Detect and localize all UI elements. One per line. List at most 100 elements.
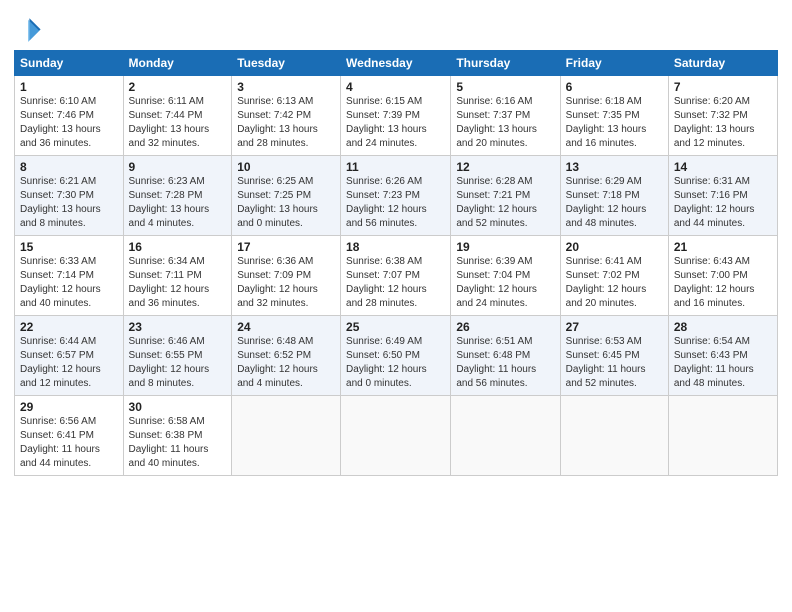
day-info: Sunrise: 6:51 AM Sunset: 6:48 PM Dayligh…: [456, 335, 554, 391]
day-info: Sunrise: 6:25 AM Sunset: 7:25 PM Dayligh…: [237, 175, 335, 231]
calendar-cell: 13Sunrise: 6:29 AM Sunset: 7:18 PM Dayli…: [560, 156, 668, 236]
day-info: Sunrise: 6:29 AM Sunset: 7:18 PM Dayligh…: [566, 175, 663, 231]
calendar-cell: 23Sunrise: 6:46 AM Sunset: 6:55 PM Dayli…: [123, 316, 232, 396]
calendar-cell: 19Sunrise: 6:39 AM Sunset: 7:04 PM Dayli…: [451, 236, 560, 316]
calendar-day-header: Tuesday: [232, 51, 341, 76]
calendar-cell: 27Sunrise: 6:53 AM Sunset: 6:45 PM Dayli…: [560, 316, 668, 396]
day-info: Sunrise: 6:53 AM Sunset: 6:45 PM Dayligh…: [566, 335, 663, 391]
calendar-cell: 25Sunrise: 6:49 AM Sunset: 6:50 PM Dayli…: [341, 316, 451, 396]
calendar-cell: 24Sunrise: 6:48 AM Sunset: 6:52 PM Dayli…: [232, 316, 341, 396]
logo-icon: [14, 14, 42, 42]
calendar-cell: 18Sunrise: 6:38 AM Sunset: 7:07 PM Dayli…: [341, 236, 451, 316]
logo: [14, 14, 44, 42]
day-number: 26: [456, 320, 554, 334]
day-info: Sunrise: 6:38 AM Sunset: 7:07 PM Dayligh…: [346, 255, 445, 311]
day-info: Sunrise: 6:39 AM Sunset: 7:04 PM Dayligh…: [456, 255, 554, 311]
day-info: Sunrise: 6:18 AM Sunset: 7:35 PM Dayligh…: [566, 95, 663, 151]
day-info: Sunrise: 6:34 AM Sunset: 7:11 PM Dayligh…: [129, 255, 227, 311]
day-number: 3: [237, 80, 335, 94]
day-number: 30: [129, 400, 227, 414]
day-info: Sunrise: 6:20 AM Sunset: 7:32 PM Dayligh…: [674, 95, 772, 151]
day-info: Sunrise: 6:13 AM Sunset: 7:42 PM Dayligh…: [237, 95, 335, 151]
calendar-cell: 26Sunrise: 6:51 AM Sunset: 6:48 PM Dayli…: [451, 316, 560, 396]
day-info: Sunrise: 6:11 AM Sunset: 7:44 PM Dayligh…: [129, 95, 227, 151]
calendar-cell: 20Sunrise: 6:41 AM Sunset: 7:02 PM Dayli…: [560, 236, 668, 316]
calendar-cell: 28Sunrise: 6:54 AM Sunset: 6:43 PM Dayli…: [668, 316, 777, 396]
calendar-cell: [451, 396, 560, 476]
calendar-cell: 1Sunrise: 6:10 AM Sunset: 7:46 PM Daylig…: [15, 76, 124, 156]
day-number: 17: [237, 240, 335, 254]
calendar-cell: 8Sunrise: 6:21 AM Sunset: 7:30 PM Daylig…: [15, 156, 124, 236]
calendar-week-row: 8Sunrise: 6:21 AM Sunset: 7:30 PM Daylig…: [15, 156, 778, 236]
day-number: 5: [456, 80, 554, 94]
day-number: 7: [674, 80, 772, 94]
day-info: Sunrise: 6:21 AM Sunset: 7:30 PM Dayligh…: [20, 175, 118, 231]
page-container: SundayMondayTuesdayWednesdayThursdayFrid…: [0, 0, 792, 484]
calendar-week-row: 22Sunrise: 6:44 AM Sunset: 6:57 PM Dayli…: [15, 316, 778, 396]
calendar-cell: 15Sunrise: 6:33 AM Sunset: 7:14 PM Dayli…: [15, 236, 124, 316]
calendar-cell: 14Sunrise: 6:31 AM Sunset: 7:16 PM Dayli…: [668, 156, 777, 236]
calendar-cell: 21Sunrise: 6:43 AM Sunset: 7:00 PM Dayli…: [668, 236, 777, 316]
calendar-day-header: Monday: [123, 51, 232, 76]
calendar-cell: 9Sunrise: 6:23 AM Sunset: 7:28 PM Daylig…: [123, 156, 232, 236]
calendar-cell: 4Sunrise: 6:15 AM Sunset: 7:39 PM Daylig…: [341, 76, 451, 156]
day-info: Sunrise: 6:33 AM Sunset: 7:14 PM Dayligh…: [20, 255, 118, 311]
calendar-day-header: Wednesday: [341, 51, 451, 76]
calendar-cell: [668, 396, 777, 476]
calendar-cell: 12Sunrise: 6:28 AM Sunset: 7:21 PM Dayli…: [451, 156, 560, 236]
day-info: Sunrise: 6:41 AM Sunset: 7:02 PM Dayligh…: [566, 255, 663, 311]
calendar-cell: 22Sunrise: 6:44 AM Sunset: 6:57 PM Dayli…: [15, 316, 124, 396]
day-number: 12: [456, 160, 554, 174]
day-number: 2: [129, 80, 227, 94]
day-number: 13: [566, 160, 663, 174]
day-number: 1: [20, 80, 118, 94]
day-number: 6: [566, 80, 663, 94]
day-info: Sunrise: 6:10 AM Sunset: 7:46 PM Dayligh…: [20, 95, 118, 151]
day-info: Sunrise: 6:54 AM Sunset: 6:43 PM Dayligh…: [674, 335, 772, 391]
day-info: Sunrise: 6:56 AM Sunset: 6:41 PM Dayligh…: [20, 415, 118, 471]
calendar-week-row: 15Sunrise: 6:33 AM Sunset: 7:14 PM Dayli…: [15, 236, 778, 316]
day-number: 21: [674, 240, 772, 254]
day-number: 18: [346, 240, 445, 254]
calendar-day-header: Saturday: [668, 51, 777, 76]
day-info: Sunrise: 6:15 AM Sunset: 7:39 PM Dayligh…: [346, 95, 445, 151]
day-info: Sunrise: 6:36 AM Sunset: 7:09 PM Dayligh…: [237, 255, 335, 311]
day-number: 29: [20, 400, 118, 414]
calendar-cell: 30Sunrise: 6:58 AM Sunset: 6:38 PM Dayli…: [123, 396, 232, 476]
calendar-cell: 17Sunrise: 6:36 AM Sunset: 7:09 PM Dayli…: [232, 236, 341, 316]
header: [14, 10, 778, 42]
calendar-table: SundayMondayTuesdayWednesdayThursdayFrid…: [14, 50, 778, 476]
day-number: 25: [346, 320, 445, 334]
calendar-cell: [560, 396, 668, 476]
day-number: 9: [129, 160, 227, 174]
calendar-cell: 3Sunrise: 6:13 AM Sunset: 7:42 PM Daylig…: [232, 76, 341, 156]
day-info: Sunrise: 6:43 AM Sunset: 7:00 PM Dayligh…: [674, 255, 772, 311]
calendar-cell: 5Sunrise: 6:16 AM Sunset: 7:37 PM Daylig…: [451, 76, 560, 156]
day-number: 27: [566, 320, 663, 334]
day-number: 16: [129, 240, 227, 254]
calendar-cell: 16Sunrise: 6:34 AM Sunset: 7:11 PM Dayli…: [123, 236, 232, 316]
calendar-header-row: SundayMondayTuesdayWednesdayThursdayFrid…: [15, 51, 778, 76]
day-info: Sunrise: 6:46 AM Sunset: 6:55 PM Dayligh…: [129, 335, 227, 391]
calendar-cell: [232, 396, 341, 476]
calendar-day-header: Sunday: [15, 51, 124, 76]
day-info: Sunrise: 6:23 AM Sunset: 7:28 PM Dayligh…: [129, 175, 227, 231]
calendar-cell: 7Sunrise: 6:20 AM Sunset: 7:32 PM Daylig…: [668, 76, 777, 156]
day-number: 22: [20, 320, 118, 334]
day-number: 8: [20, 160, 118, 174]
day-info: Sunrise: 6:48 AM Sunset: 6:52 PM Dayligh…: [237, 335, 335, 391]
calendar-cell: [341, 396, 451, 476]
day-number: 28: [674, 320, 772, 334]
day-number: 23: [129, 320, 227, 334]
calendar-cell: 29Sunrise: 6:56 AM Sunset: 6:41 PM Dayli…: [15, 396, 124, 476]
day-number: 20: [566, 240, 663, 254]
day-number: 15: [20, 240, 118, 254]
day-info: Sunrise: 6:49 AM Sunset: 6:50 PM Dayligh…: [346, 335, 445, 391]
day-number: 4: [346, 80, 445, 94]
day-number: 10: [237, 160, 335, 174]
calendar-week-row: 29Sunrise: 6:56 AM Sunset: 6:41 PM Dayli…: [15, 396, 778, 476]
calendar-cell: 2Sunrise: 6:11 AM Sunset: 7:44 PM Daylig…: [123, 76, 232, 156]
calendar-cell: 11Sunrise: 6:26 AM Sunset: 7:23 PM Dayli…: [341, 156, 451, 236]
day-info: Sunrise: 6:44 AM Sunset: 6:57 PM Dayligh…: [20, 335, 118, 391]
day-info: Sunrise: 6:58 AM Sunset: 6:38 PM Dayligh…: [129, 415, 227, 471]
